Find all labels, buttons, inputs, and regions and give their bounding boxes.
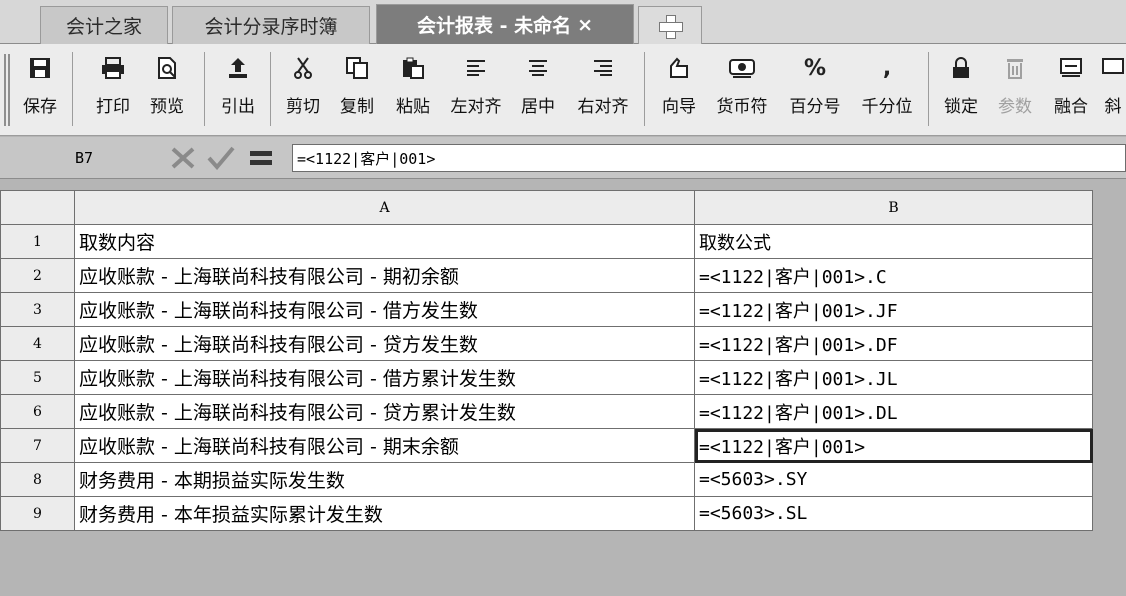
cut-button[interactable]: 剪切 — [278, 50, 328, 130]
cell-a6[interactable]: 应收账款 - 上海联尚科技有限公司 - 贷方累计发生数 — [74, 394, 695, 429]
thousands-icon: , — [882, 55, 892, 81]
column-header-a[interactable]: A — [74, 190, 695, 225]
align-left-icon — [462, 50, 490, 86]
column-header-b[interactable]: B — [694, 190, 1093, 225]
tab-label: 会计报表 - 未命名 — [416, 15, 572, 37]
toolbar-grip[interactable] — [4, 54, 10, 126]
report-grid: A B 1 取数内容 取数公式 2 应收账款 - 上海联尚科技有限公司 - 期初… — [0, 190, 1093, 531]
formula-bar: B7 =<1122|客户|001> — [0, 137, 1126, 179]
tab-label: 会计之家 — [65, 16, 142, 38]
table-row: 7 应收账款 - 上海联尚科技有限公司 - 期末余额 =<1122|客户|001… — [0, 428, 1093, 463]
tab-bar: 会计之家 会计分录序时簿 会计报表 - 未命名 × — [0, 0, 1126, 44]
export-icon — [224, 50, 252, 86]
align-left-button[interactable]: 左对齐 — [444, 50, 508, 130]
cell-b5[interactable]: =<1122|客户|001>.JL — [694, 360, 1093, 395]
tab-journal[interactable]: 会计分录序时簿 — [172, 6, 370, 44]
cell-b2[interactable]: =<1122|客户|001>.C — [694, 258, 1093, 293]
formula-input[interactable]: =<1122|客户|001> — [292, 144, 1126, 172]
print-icon — [99, 50, 127, 86]
paste-icon — [399, 50, 427, 86]
currency-button[interactable]: 货币符 — [708, 50, 776, 130]
cell-a3[interactable]: 应收账款 - 上海联尚科技有限公司 - 借方发生数 — [74, 292, 695, 327]
table-row: 6 应收账款 - 上海联尚科技有限公司 - 贷方累计发生数 =<1122|客户|… — [0, 394, 1093, 429]
cell-a1[interactable]: 取数内容 — [74, 224, 695, 259]
align-center-icon — [524, 50, 552, 86]
cell-b8[interactable]: =<5603>.SY — [694, 462, 1093, 497]
percent-icon: % — [803, 55, 827, 81]
tab-accounting-home[interactable]: 会计之家 — [40, 6, 168, 44]
cell-b6[interactable]: =<1122|客户|001>.DL — [694, 394, 1093, 429]
cell-a9[interactable]: 财务费用 - 本年损益实际累计发生数 — [74, 496, 695, 531]
preview-button[interactable]: 预览 — [142, 50, 192, 130]
equals-formula-icon[interactable] — [244, 143, 278, 173]
save-button[interactable]: 保存 — [18, 50, 62, 130]
thousands-button[interactable]: , 千分位 — [852, 50, 922, 130]
row-header[interactable]: 2 — [0, 258, 75, 293]
preview-icon — [153, 50, 181, 86]
merge-button[interactable]: 融合 — [1046, 50, 1096, 130]
select-all-corner[interactable] — [0, 190, 75, 225]
params-button[interactable]: 参数 — [990, 50, 1040, 130]
copy-icon — [343, 50, 371, 86]
cell-a8[interactable]: 财务费用 - 本期损益实际发生数 — [74, 462, 695, 497]
row-header[interactable]: 1 — [0, 224, 75, 259]
table-row: 9 财务费用 - 本年损益实际累计发生数 =<5603>.SL — [0, 496, 1093, 531]
cell-b1[interactable]: 取数公式 — [694, 224, 1093, 259]
print-button[interactable]: 打印 — [88, 50, 138, 130]
tab-report-active[interactable]: 会计报表 - 未命名 × — [376, 4, 634, 44]
paste-button[interactable]: 粘贴 — [388, 50, 438, 130]
wizard-button[interactable]: 向导 — [654, 50, 704, 130]
row-header[interactable]: 8 — [0, 462, 75, 497]
table-row: 3 应收账款 - 上海联尚科技有限公司 - 借方发生数 =<1122|客户|00… — [0, 292, 1093, 327]
table-row: 5 应收账款 - 上海联尚科技有限公司 - 借方累计发生数 =<1122|客户|… — [0, 360, 1093, 395]
cell-b4[interactable]: =<1122|客户|001>.DF — [694, 326, 1093, 361]
diagonal-button[interactable]: 斜 — [1100, 50, 1126, 130]
tab-label: 会计分录序时簿 — [204, 16, 338, 38]
new-tab-button[interactable] — [638, 6, 702, 44]
percent-button[interactable]: % 百分号 — [780, 50, 850, 130]
cell-a4[interactable]: 应收账款 - 上海联尚科技有限公司 - 贷方发生数 — [74, 326, 695, 361]
row-header[interactable]: 3 — [0, 292, 75, 327]
cell-a7[interactable]: 应收账款 - 上海联尚科技有限公司 - 期末余额 — [74, 428, 695, 463]
cell-b3[interactable]: =<1122|客户|001>.JF — [694, 292, 1093, 327]
row-header[interactable]: 4 — [0, 326, 75, 361]
align-center-button[interactable]: 居中 — [512, 50, 564, 130]
toolbar: 保存 打印 预览 引出 剪切 复制 粘贴 左对齐 居中 右对齐 向导 货币符 %… — [0, 44, 1126, 136]
table-row: 2 应收账款 - 上海联尚科技有限公司 - 期初余额 =<1122|客户|001… — [0, 258, 1093, 293]
cancel-formula-icon[interactable] — [166, 143, 200, 173]
table-row: 4 应收账款 - 上海联尚科技有限公司 - 贷方发生数 =<1122|客户|00… — [0, 326, 1093, 361]
lock-icon — [947, 50, 975, 86]
cell-reference-box[interactable]: B7 — [8, 143, 160, 173]
currency-icon — [728, 50, 756, 86]
align-right-button[interactable]: 右对齐 — [570, 50, 636, 130]
align-right-icon — [589, 50, 617, 86]
copy-button[interactable]: 复制 — [332, 50, 382, 130]
cell-b9[interactable]: =<5603>.SL — [694, 496, 1093, 531]
cell-b7-selected[interactable]: =<1122|客户|001> — [694, 428, 1093, 463]
wizard-icon — [665, 50, 693, 86]
lock-button[interactable]: 锁定 — [936, 50, 986, 130]
export-button[interactable]: 引出 — [214, 50, 262, 130]
row-header[interactable]: 7 — [0, 428, 75, 463]
save-icon — [26, 50, 54, 86]
cut-icon — [289, 50, 317, 86]
table-row: 1 取数内容 取数公式 — [0, 224, 1093, 259]
accept-formula-icon[interactable] — [204, 143, 238, 173]
merge-icon — [1057, 50, 1085, 86]
params-icon — [1001, 50, 1029, 86]
row-header[interactable]: 9 — [0, 496, 75, 531]
close-tab-icon[interactable]: × — [577, 14, 593, 36]
row-header[interactable]: 5 — [0, 360, 75, 395]
cell-a5[interactable]: 应收账款 - 上海联尚科技有限公司 - 借方累计发生数 — [74, 360, 695, 395]
cell-a2[interactable]: 应收账款 - 上海联尚科技有限公司 - 期初余额 — [74, 258, 695, 293]
diagonal-icon — [1100, 50, 1126, 86]
plus-icon — [659, 14, 683, 39]
table-row: 8 财务费用 - 本期损益实际发生数 =<5603>.SY — [0, 462, 1093, 497]
row-header[interactable]: 6 — [0, 394, 75, 429]
